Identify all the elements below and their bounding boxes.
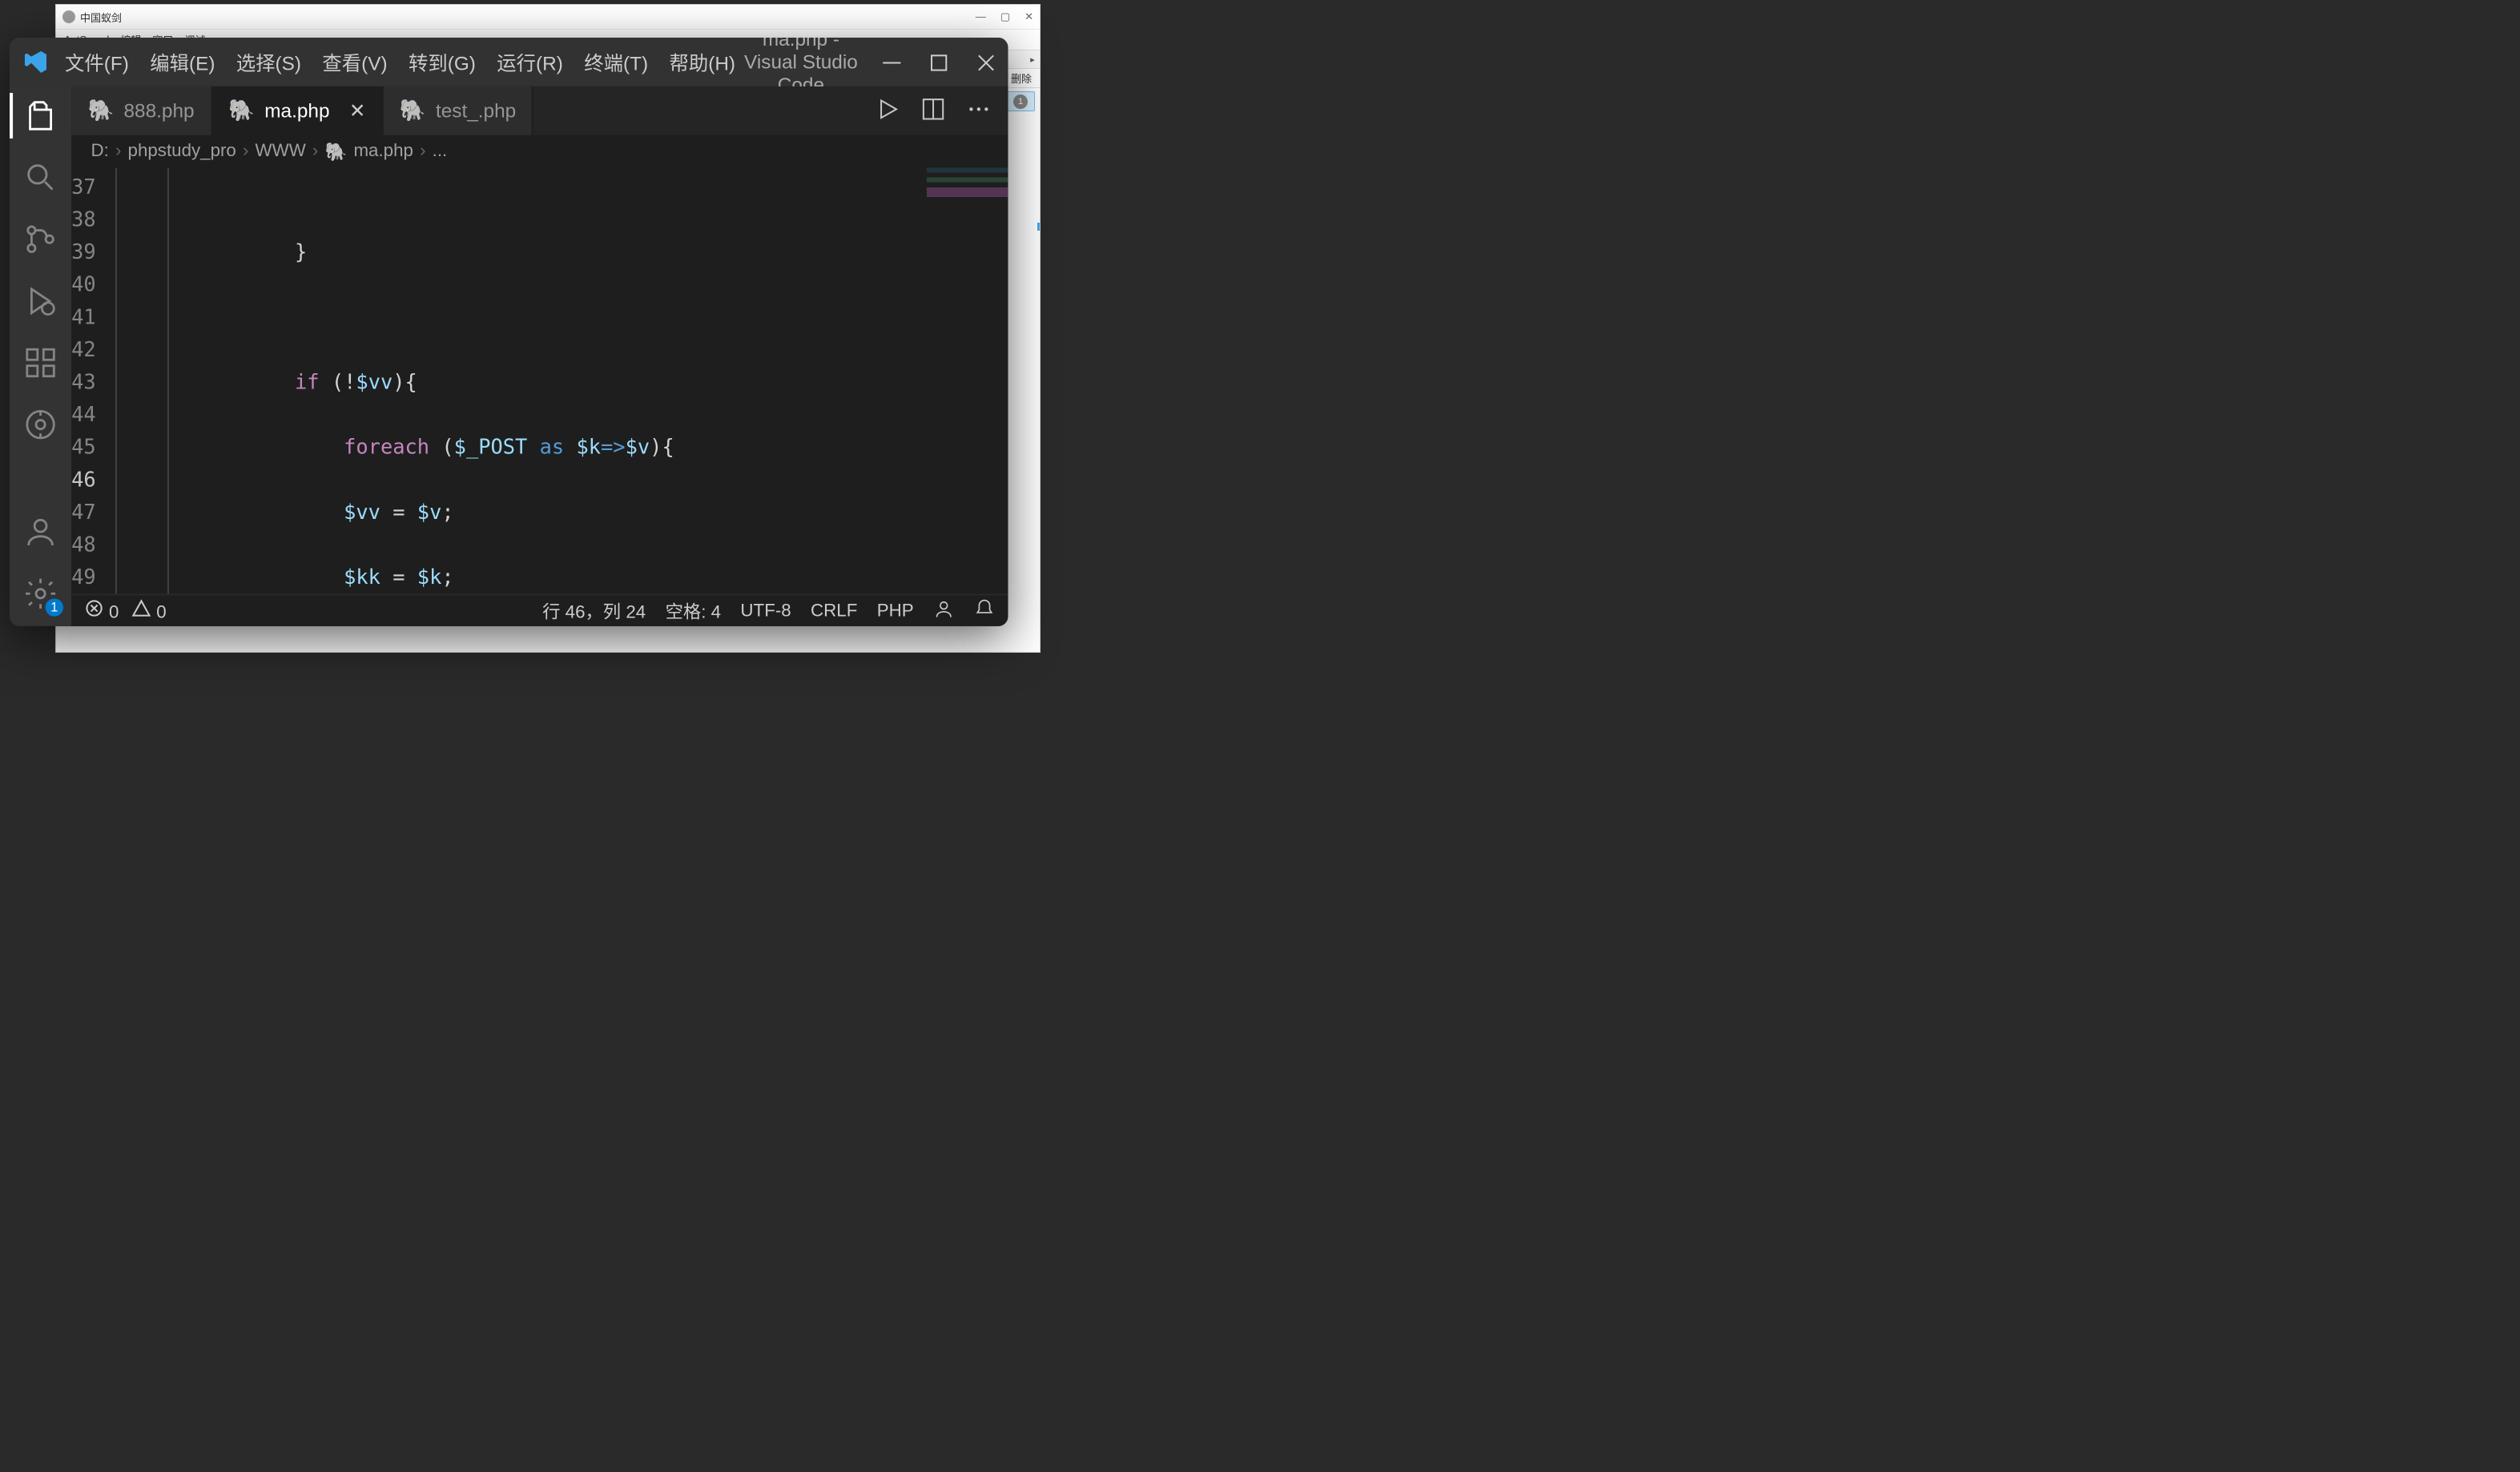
line-number-gutter: 3738394041424344454647484950515253545556… xyxy=(71,167,115,593)
vscode-activity-bar: 1 xyxy=(10,86,71,626)
tab-label: test_.php xyxy=(436,99,516,122)
source-control-icon[interactable] xyxy=(21,219,60,259)
tab-ma-php[interactable]: 🐘 ma.php ✕ xyxy=(212,86,384,135)
tab-label: ma.php xyxy=(264,99,329,122)
breadcrumb-drive[interactable]: D: xyxy=(91,142,109,161)
antsword-window-controls: — ▢ ✕ xyxy=(976,10,1033,23)
php-file-icon: 🐘 xyxy=(325,141,348,162)
status-warnings[interactable]: 0 xyxy=(132,598,167,622)
vscode-logo-icon xyxy=(22,49,48,74)
gitlens-icon[interactable] xyxy=(21,405,60,444)
breadcrumb-file[interactable]: ma.php xyxy=(353,142,413,161)
tab-888-php[interactable]: 🐘 888.php xyxy=(71,86,212,135)
menu-run[interactable]: 运行(R) xyxy=(497,48,563,76)
settings-badge: 1 xyxy=(46,598,63,616)
status-bell-icon[interactable] xyxy=(974,597,995,623)
menu-help[interactable]: 帮助(H) xyxy=(669,48,735,76)
accounts-icon[interactable] xyxy=(21,513,60,552)
extensions-icon[interactable] xyxy=(21,344,60,383)
php-file-icon: 🐘 xyxy=(400,98,426,123)
antsword-close-button[interactable]: ✕ xyxy=(1025,10,1033,23)
vscode-menubar: 文件(F) 编辑(E) 选择(S) 查看(V) 转到(G) 运行(R) 终端(T… xyxy=(65,48,735,76)
antsword-titlebar[interactable]: 中国蚁剑 — ▢ ✕ xyxy=(56,5,1040,30)
menu-edit[interactable]: 编辑(E) xyxy=(150,48,215,76)
tab-label: 888.php xyxy=(123,99,194,122)
antsword-title: 中国蚁剑 xyxy=(80,10,976,25)
status-indent[interactable]: 空格: 4 xyxy=(666,597,721,623)
status-errors[interactable]: 0 xyxy=(84,598,119,622)
antsword-maximize-button[interactable]: ▢ xyxy=(1000,10,1010,23)
run-code-icon[interactable] xyxy=(875,95,900,127)
vscode-close-button[interactable] xyxy=(977,53,995,70)
chevron-right-icon: › xyxy=(420,142,425,161)
vscode-window-controls xyxy=(883,53,995,70)
menu-go[interactable]: 转到(G) xyxy=(409,48,476,76)
tab-test-php[interactable]: 🐘 test_.php xyxy=(384,86,534,135)
status-line-col[interactable]: 行 46，列 24 xyxy=(542,597,646,623)
menu-selection[interactable]: 选择(S) xyxy=(236,48,301,76)
antsword-row-count-badge: 1 xyxy=(1013,95,1028,109)
breadcrumb-trail[interactable]: ... xyxy=(433,142,448,161)
vscode-tab-bar: 🐘 888.php 🐘 ma.php ✕ 🐘 test_.php xyxy=(71,86,1008,135)
breadcrumb[interactable]: D: › phpstudy_pro › WWW › 🐘 ma.php › ... xyxy=(71,135,1008,168)
breadcrumb-folder[interactable]: WWW xyxy=(256,142,306,161)
menu-file[interactable]: 文件(F) xyxy=(65,48,129,76)
vscode-maximize-button[interactable] xyxy=(930,53,948,70)
chevron-right-icon: › xyxy=(312,142,318,161)
more-actions-icon[interactable] xyxy=(966,95,992,127)
editor-toolbar xyxy=(859,86,1008,135)
status-feedback-icon[interactable] xyxy=(933,597,954,623)
status-bar: 0 0 行 46，列 24 空格: 4 UTF-8 CRLF PHP xyxy=(71,593,1008,626)
explorer-icon[interactable] xyxy=(21,96,60,135)
settings-gear-icon[interactable]: 1 xyxy=(21,574,60,613)
vscode-minimize-button[interactable] xyxy=(883,53,900,70)
minimap[interactable] xyxy=(927,167,1008,297)
chevron-right-icon: › xyxy=(115,142,121,161)
split-editor-icon[interactable] xyxy=(920,95,946,127)
vscode-titlebar[interactable]: 文件(F) 编辑(E) 选择(S) 查看(V) 转到(G) 运行(R) 终端(T… xyxy=(10,38,1008,86)
breadcrumb-folder[interactable]: phpstudy_pro xyxy=(128,142,236,161)
vscode-window: 文件(F) 编辑(E) 选择(S) 查看(V) 转到(G) 运行(R) 终端(T… xyxy=(10,38,1008,626)
tab-close-icon[interactable]: ✕ xyxy=(349,99,365,122)
menu-view[interactable]: 查看(V) xyxy=(322,48,387,76)
code-area[interactable]: } if (!$vv){ foreach ($_POST as $k=>$v){… xyxy=(115,167,1008,593)
antsword-tab-scroll-right[interactable]: ▸ xyxy=(1027,54,1038,65)
editor[interactable]: 3738394041424344454647484950515253545556… xyxy=(71,167,1008,593)
php-file-icon: 🐘 xyxy=(87,98,114,123)
menu-terminal[interactable]: 终端(T) xyxy=(584,48,648,76)
chevron-right-icon: › xyxy=(243,142,248,161)
antsword-app-icon xyxy=(62,10,75,23)
status-eol[interactable]: CRLF xyxy=(811,601,857,620)
status-language[interactable]: PHP xyxy=(877,601,914,620)
antsword-delete-column[interactable]: 删除 xyxy=(1011,70,1032,86)
antsword-minimize-button[interactable]: — xyxy=(976,10,986,23)
run-debug-icon[interactable] xyxy=(21,282,60,321)
php-file-icon: 🐘 xyxy=(228,98,255,123)
antsword-scroll-indicator xyxy=(1037,223,1040,231)
status-encoding[interactable]: UTF-8 xyxy=(740,601,791,620)
search-icon[interactable] xyxy=(21,158,60,197)
